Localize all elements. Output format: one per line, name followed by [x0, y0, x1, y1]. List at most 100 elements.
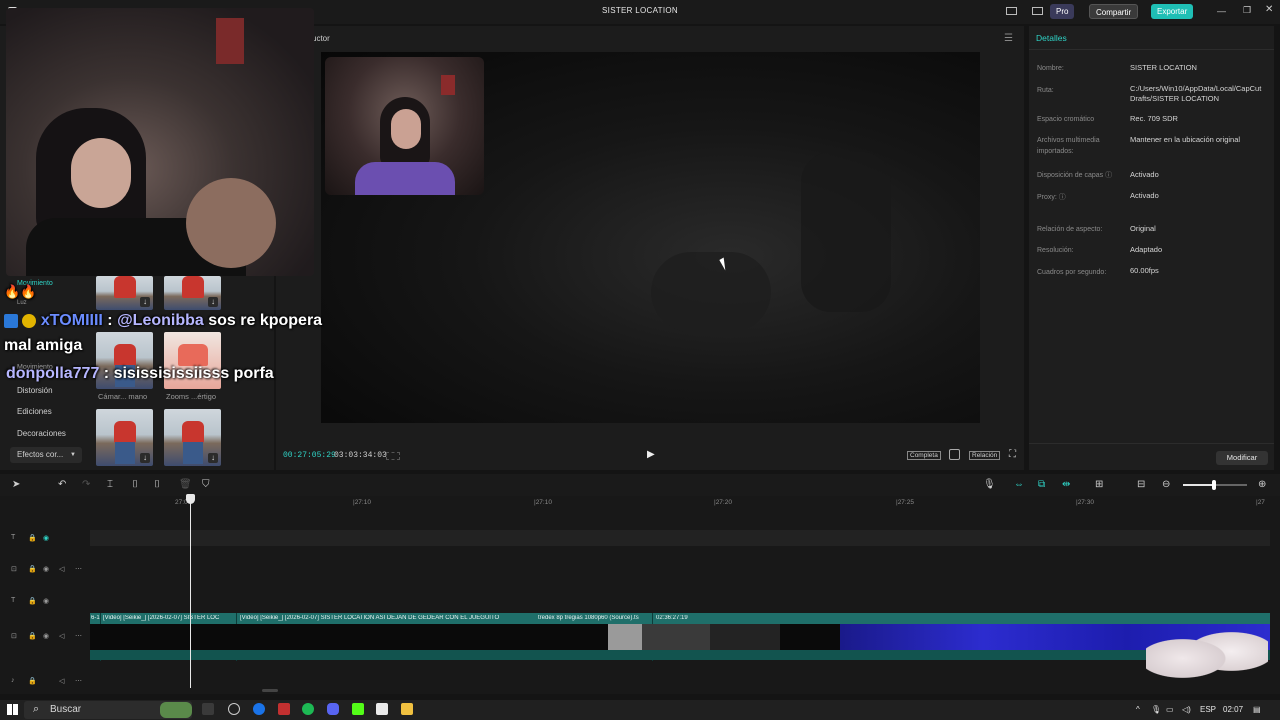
shortcuts-icon[interactable]	[1032, 7, 1043, 15]
playhead-handle[interactable]	[186, 494, 195, 504]
lock-icon[interactable]: 🔒	[28, 632, 37, 640]
detail-value-fps: 60.00fps	[1130, 266, 1159, 275]
download-icon[interactable]: ↓	[208, 453, 218, 463]
minimize-icon[interactable]: —	[1217, 6, 1226, 16]
sub-badge-icon	[4, 313, 18, 328]
pro-button[interactable]: Pro	[1050, 4, 1075, 19]
snap-icon[interactable]: ⧉	[1038, 479, 1045, 490]
menu-item-luz[interactable]: Luz	[17, 300, 27, 306]
discord-icon[interactable]	[327, 703, 339, 715]
news-app-icon[interactable]	[278, 703, 290, 715]
detail-label: Nombre:	[1037, 65, 1064, 72]
audio-icon[interactable]: ◁	[59, 677, 64, 685]
more-icon[interactable]: ⋯	[75, 632, 82, 640]
lock-icon[interactable]: 🔒	[28, 597, 37, 605]
eye-icon[interactable]: ◉	[43, 565, 49, 573]
play-icon[interactable]: ▶	[647, 449, 655, 460]
link-icon[interactable]: ⇔	[1014, 479, 1024, 490]
timecode-icon[interactable]	[386, 452, 400, 460]
zoom-in-icon[interactable]: ⊕	[1258, 479, 1266, 490]
webcam-overlay-small	[325, 57, 484, 195]
audio-icon[interactable]: ◁	[59, 565, 64, 573]
zoom-out-icon[interactable]: ⊖	[1162, 479, 1170, 490]
ratio-button[interactable]: Relación	[969, 451, 1001, 460]
split-right-icon[interactable]: ⌷	[154, 479, 160, 490]
effect-thumb[interactable]: ↓	[96, 409, 153, 466]
timeline[interactable]	[0, 496, 1280, 694]
share-button[interactable]: Compartir	[1089, 4, 1139, 19]
more-icon[interactable]: ⋯	[75, 677, 82, 685]
more-icon[interactable]: ⋯	[75, 565, 82, 573]
fullscreen-icon[interactable]: ⛶	[1009, 449, 1016, 460]
maximize-icon[interactable]: ❐	[1243, 5, 1251, 16]
tray-chevron-icon[interactable]: ^	[1136, 705, 1140, 714]
eye-icon[interactable]: ◉	[43, 534, 49, 542]
clock-time[interactable]: 02:07	[1223, 705, 1243, 714]
windows-start-icon[interactable]	[7, 704, 18, 715]
lock-icon[interactable]: 🔒	[28, 534, 37, 542]
eye-icon[interactable]: ◉	[43, 632, 49, 640]
text-track[interactable]	[90, 530, 1270, 546]
preview-axis-icon[interactable]: ⇹	[1062, 479, 1070, 490]
download-icon[interactable]: ↓	[140, 297, 150, 307]
full-quality-label: Completa	[910, 452, 938, 459]
zoom-slider-handle[interactable]	[1212, 480, 1216, 490]
download-icon[interactable]: ↓	[208, 297, 218, 307]
spotify-icon[interactable]	[302, 703, 314, 715]
clip-label: [Video] [Seikie_] [2026-02-07] SISTER LO…	[240, 615, 500, 621]
split-icon[interactable]: ⌶	[107, 479, 113, 490]
total-time: 03:03:34:03	[334, 451, 387, 460]
details-header: Detalles	[1036, 33, 1067, 43]
audio-icon[interactable]: ◁	[59, 632, 64, 640]
menu-item-ediciones[interactable]: Ediciones	[17, 407, 52, 416]
delete-icon[interactable]: 🗑	[179, 479, 192, 490]
chrome-icon[interactable]	[253, 703, 265, 715]
divider	[1029, 49, 1274, 50]
effects-select[interactable]: Efectos cor... ▼	[10, 447, 82, 463]
thumb-label: Zooms ...értigo	[166, 392, 217, 401]
effect-thumb[interactable]: ↓	[164, 409, 221, 466]
caption-icon[interactable]: ⊟	[1137, 479, 1145, 490]
timeline-ruler[interactable]	[89, 496, 1280, 510]
layout-icon[interactable]	[1006, 7, 1017, 15]
redo-icon[interactable]: ↷	[82, 479, 90, 490]
timeline-scrollbar[interactable]	[262, 689, 278, 692]
full-quality-button[interactable]: Completa	[907, 451, 941, 460]
effect-thumb[interactable]: ↓	[164, 276, 221, 310]
player-menu-icon[interactable]: ☰	[1004, 33, 1013, 44]
download-icon[interactable]: ↓	[140, 453, 150, 463]
screen-icon[interactable]: ⊞	[1095, 479, 1103, 490]
file-explorer-icon[interactable]	[401, 703, 413, 715]
snapshot-icon[interactable]	[949, 449, 960, 460]
lock-icon[interactable]: 🔒	[28, 677, 37, 685]
lock-icon[interactable]: 🔒	[28, 565, 37, 573]
ruler-tick: |27:10	[353, 499, 371, 506]
undo-icon[interactable]: ↶	[58, 479, 66, 490]
audio-waveform[interactable]	[90, 650, 1270, 660]
microphone-tray-icon[interactable]: 🎙	[1151, 705, 1161, 714]
clock-app-icon[interactable]	[228, 703, 240, 715]
export-button[interactable]: Exportar	[1151, 4, 1194, 19]
webcam-overlay-large	[6, 8, 314, 276]
network-icon[interactable]: ▭	[1166, 705, 1174, 714]
notifications-icon[interactable]: ▤	[1253, 705, 1261, 714]
share-label: Compartir	[1096, 8, 1132, 17]
capcut-icon[interactable]	[376, 703, 388, 715]
select-tool-icon[interactable]: ➤	[12, 479, 20, 490]
modify-button[interactable]: Modificar	[1216, 451, 1268, 465]
playhead[interactable]	[190, 494, 191, 688]
kick-icon[interactable]	[352, 703, 364, 715]
menu-item-decoraciones[interactable]: Decoraciones	[17, 429, 66, 438]
task-view-icon[interactable]	[202, 703, 214, 715]
marker-icon[interactable]: ⛉	[202, 479, 210, 490]
volume-icon[interactable]: ◁)	[1182, 705, 1191, 714]
detail-value-colorspace: Rec. 709 SDR	[1130, 114, 1178, 123]
menu-item-distorsion[interactable]: Distorsión	[17, 386, 53, 395]
cat-sticker	[1146, 620, 1268, 690]
close-icon[interactable]: ✕	[1265, 4, 1273, 15]
split-left-icon[interactable]: ⌷	[132, 479, 138, 490]
effect-thumb[interactable]: ↓	[96, 276, 153, 310]
language-indicator[interactable]: ESP	[1200, 705, 1216, 714]
microphone-icon[interactable]: 🎙	[983, 479, 996, 490]
eye-icon[interactable]: ◉	[43, 597, 49, 605]
